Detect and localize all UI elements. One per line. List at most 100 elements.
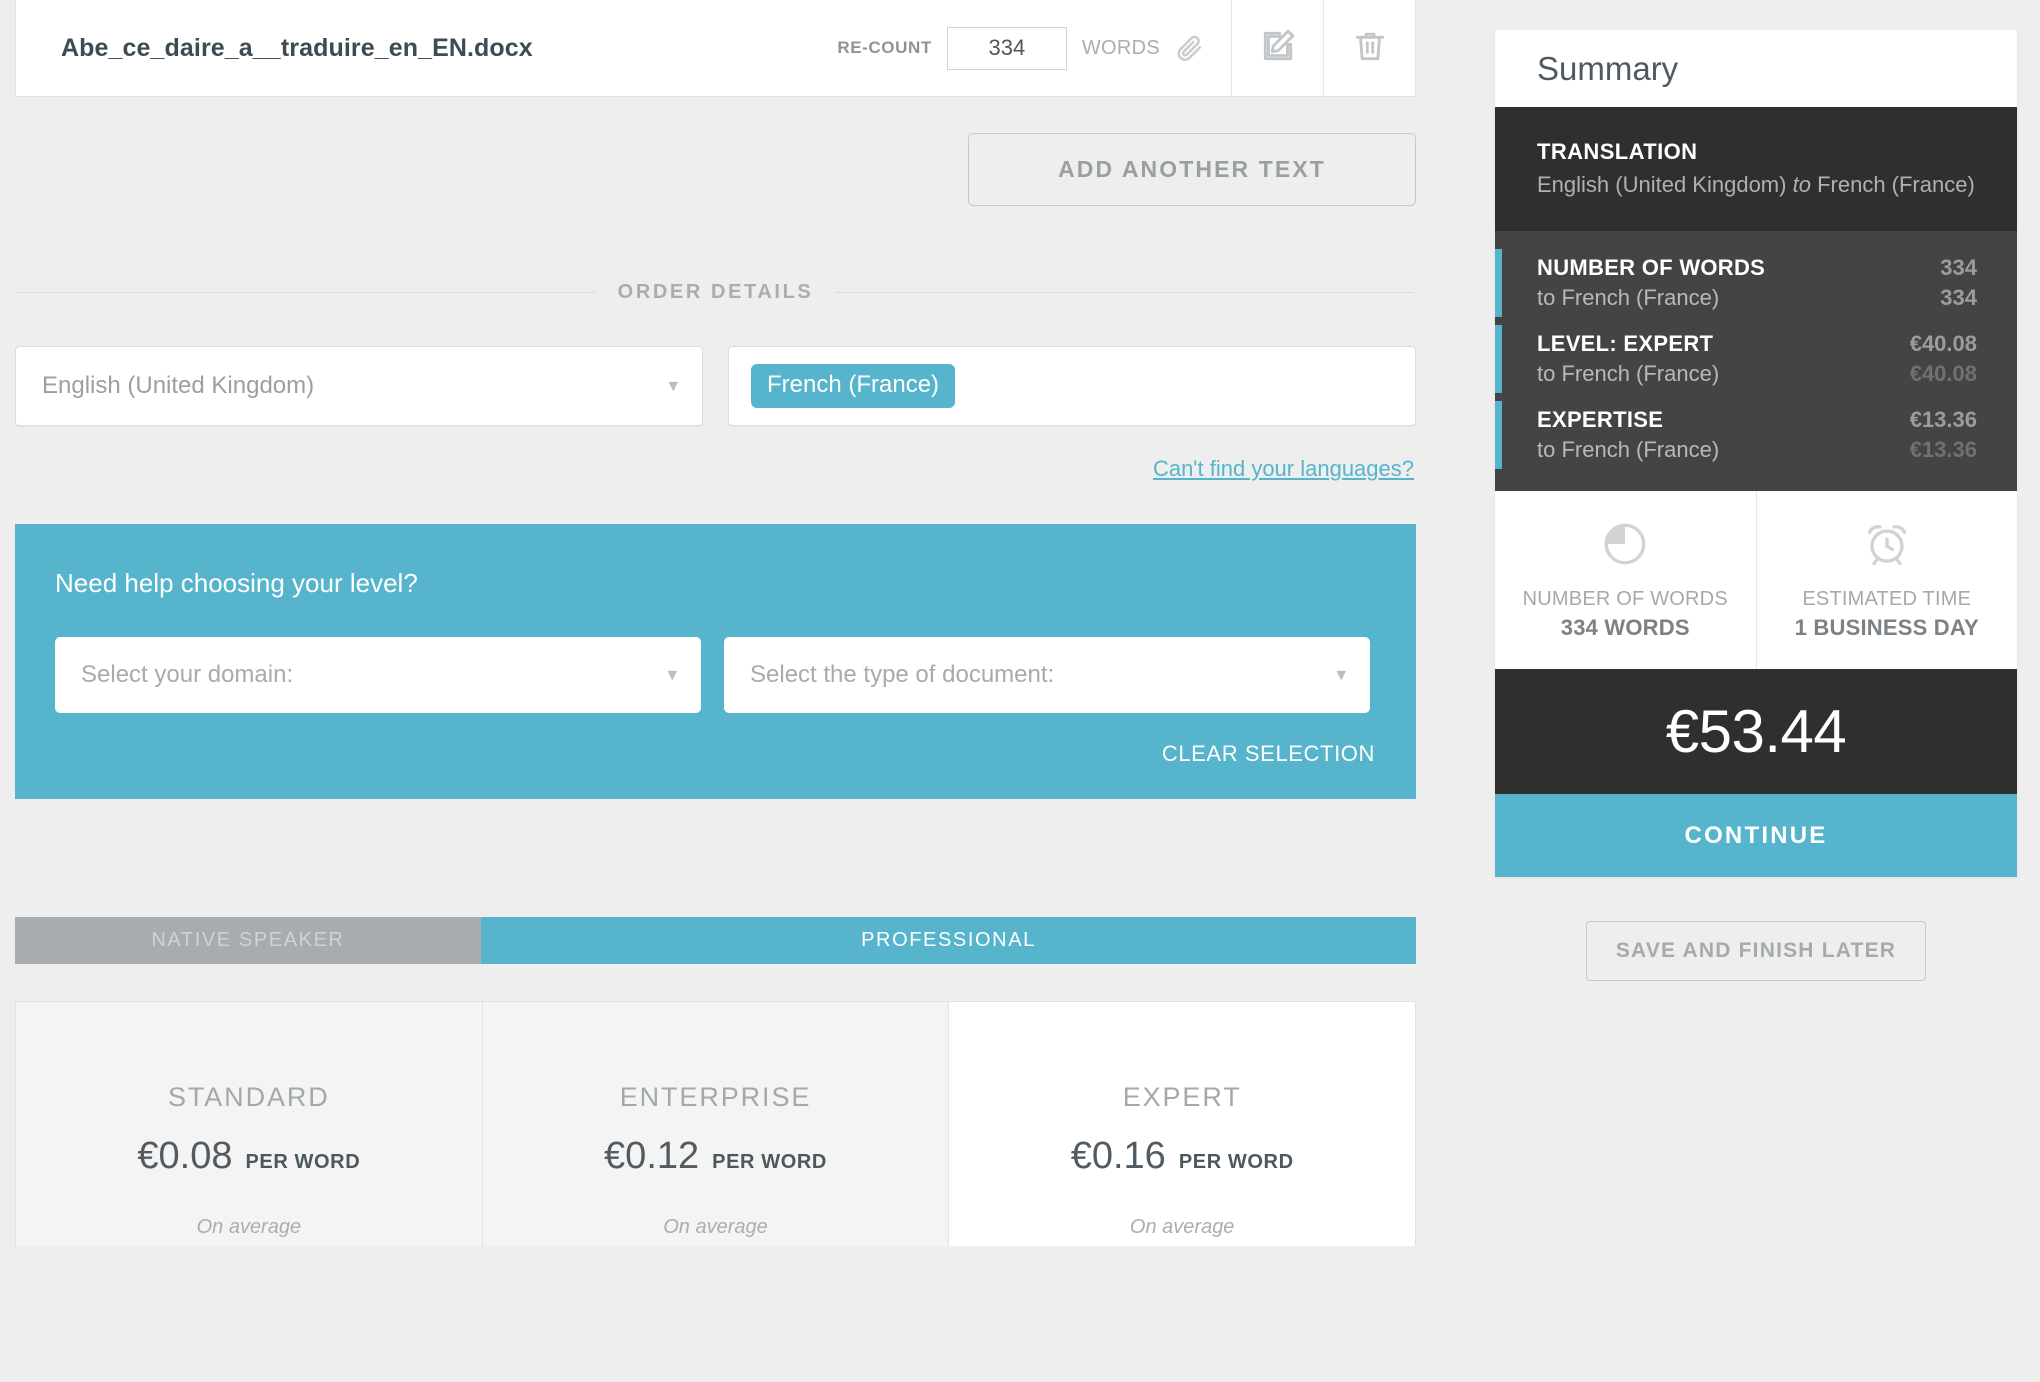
domain-select[interactable]: Select your domain: ▾ <box>55 637 701 713</box>
translation-to: French (France) <box>1817 172 1975 197</box>
pricing-card-enterprise[interactable]: ENTERPRISE €0.12 PER WORD On average <box>483 1002 950 1246</box>
line-sub: to French (France) €13.36 <box>1537 437 1977 463</box>
line-value: 334 <box>1940 255 1977 281</box>
summary-line-item: NUMBER OF WORDS 334 to French (France) 3… <box>1495 245 2017 321</box>
card-note: On average <box>663 1216 768 1239</box>
card-price: €0.08 <box>137 1135 232 1178</box>
continue-button[interactable]: CONTINUE <box>1495 794 2017 877</box>
card-title: ENTERPRISE <box>620 1082 812 1113</box>
target-language-tag[interactable]: French (France) <box>751 364 955 408</box>
edit-icon <box>1259 27 1297 70</box>
line-value: €40.08 <box>1910 331 1977 357</box>
chevron-down-icon: ▾ <box>668 377 678 396</box>
level-toggle: NATIVE SPEAKER PROFESSIONAL <box>15 917 1416 964</box>
save-later-row: SAVE AND FINISH LATER <box>1495 921 2017 981</box>
file-row: Abe_ce_daire_a__traduire_en_EN.docx RE-C… <box>15 0 1416 97</box>
card-price-row: €0.16 PER WORD <box>1071 1135 1294 1178</box>
pricing-cards: STANDARD €0.08 PER WORD On average ENTER… <box>15 1001 1416 1246</box>
line-sub-label: to French (France) <box>1537 437 1719 463</box>
trash-icon <box>1351 27 1389 70</box>
line-label: NUMBER OF WORDS <box>1537 255 1765 281</box>
stat-value: 334 WORDS <box>1561 615 1690 641</box>
summary-lines: NUMBER OF WORDS 334 to French (France) 3… <box>1495 231 2017 491</box>
line-sub-value: €40.08 <box>1910 361 1977 387</box>
clear-selection-row: CLEAR SELECTION <box>55 741 1379 767</box>
pie-chart-icon <box>1600 519 1650 574</box>
card-per-word: PER WORD <box>712 1151 827 1174</box>
paperclip-icon[interactable] <box>1175 33 1205 63</box>
summary-line-item: LEVEL: EXPERT €40.08 to French (France) … <box>1495 321 2017 397</box>
document-type-placeholder: Select the type of document: <box>750 661 1054 689</box>
help-panel-title: Need help choosing your level? <box>55 568 1379 599</box>
line-label: LEVEL: EXPERT <box>1537 331 1713 357</box>
card-note: On average <box>197 1216 302 1239</box>
stat-estimated-time: ESTIMATED TIME 1 BUSINESS DAY <box>1757 491 2018 669</box>
card-title: EXPERT <box>1123 1082 1242 1113</box>
line-main: NUMBER OF WORDS 334 <box>1537 255 1977 281</box>
line-value: €13.36 <box>1910 407 1977 433</box>
delete-text-button[interactable] <box>1323 0 1415 96</box>
target-language-select[interactable]: French (France) <box>728 346 1416 426</box>
line-main: EXPERTISE €13.36 <box>1537 407 1977 433</box>
line-sub-value: 334 <box>1940 285 1977 311</box>
help-panel: Need help choosing your level? Select yo… <box>15 524 1416 799</box>
total-price: €53.44 <box>1666 697 1847 766</box>
stat-label: NUMBER OF WORDS <box>1523 588 1728 611</box>
recount-zone: RE-COUNT WORDS <box>837 0 1231 96</box>
help-selects-row: Select your domain: ▾ Select the type of… <box>55 637 1379 713</box>
line-main: LEVEL: EXPERT €40.08 <box>1537 331 1977 357</box>
chevron-down-icon: ▾ <box>1336 666 1346 685</box>
document-type-select[interactable]: Select the type of document: ▾ <box>724 637 1370 713</box>
stat-value: 1 BUSINESS DAY <box>1795 615 1979 641</box>
add-another-text-row: ADD ANOTHER TEXT <box>15 97 1416 206</box>
card-price-row: €0.08 PER WORD <box>137 1135 360 1178</box>
divider-rule-left <box>17 292 596 293</box>
total-price-block: €53.44 <box>1495 669 2017 794</box>
translation-connector: to <box>1793 172 1811 197</box>
translation-from: English (United Kingdom) <box>1537 172 1786 197</box>
order-details-title: ORDER DETAILS <box>618 281 814 304</box>
translation-label: TRANSLATION <box>1537 139 1977 165</box>
card-title: STANDARD <box>168 1082 330 1113</box>
language-row: English (United Kingdom) ▾ French (Franc… <box>15 346 1416 426</box>
add-another-text-button[interactable]: ADD ANOTHER TEXT <box>968 133 1416 206</box>
card-price-row: €0.12 PER WORD <box>604 1135 827 1178</box>
summary-stats: NUMBER OF WORDS 334 WORDS ESTIMATED TIME… <box>1495 491 2017 669</box>
save-and-finish-later-button[interactable]: SAVE AND FINISH LATER <box>1586 921 1926 981</box>
summary-card: Summary TRANSLATION English (United King… <box>1495 30 2017 877</box>
card-price: €0.12 <box>604 1135 699 1178</box>
card-per-word: PER WORD <box>1179 1151 1294 1174</box>
main-column: Abe_ce_daire_a__traduire_en_EN.docx RE-C… <box>15 0 1416 1382</box>
clear-selection-button[interactable]: CLEAR SELECTION <box>1162 741 1375 767</box>
card-per-word: PER WORD <box>245 1151 360 1174</box>
edit-text-button[interactable] <box>1231 0 1323 96</box>
line-sub-value: €13.36 <box>1910 437 1977 463</box>
line-label: EXPERTISE <box>1537 407 1663 433</box>
recount-label: RE-COUNT <box>837 38 932 58</box>
card-note: On average <box>1130 1216 1235 1239</box>
divider-rule-right <box>835 292 1414 293</box>
chevron-down-icon: ▾ <box>667 666 677 685</box>
source-language-value: English (United Kingdom) <box>42 372 314 400</box>
summary-header: Summary <box>1495 30 2017 107</box>
summary-line-item: EXPERTISE €13.36 to French (France) €13.… <box>1495 397 2017 473</box>
pricing-card-expert[interactable]: EXPERT €0.16 PER WORD On average <box>949 1002 1415 1246</box>
summary-panel: Summary TRANSLATION English (United King… <box>1495 30 2017 981</box>
pricing-card-standard[interactable]: STANDARD €0.08 PER WORD On average <box>16 1002 483 1246</box>
source-language-select[interactable]: English (United Kingdom) ▾ <box>15 346 703 426</box>
order-details-divider: ORDER DETAILS <box>15 281 1416 304</box>
order-page: Abe_ce_daire_a__traduire_en_EN.docx RE-C… <box>0 0 2040 1382</box>
words-label: WORDS <box>1082 37 1160 60</box>
alarm-clock-icon <box>1862 519 1912 574</box>
domain-select-placeholder: Select your domain: <box>81 661 293 689</box>
word-count-input[interactable] <box>947 27 1067 70</box>
toggle-professional[interactable]: PROFESSIONAL <box>481 917 1416 964</box>
line-sub: to French (France) 334 <box>1537 285 1977 311</box>
summary-title: Summary <box>1537 50 1678 88</box>
translation-pair: English (United Kingdom) to French (Fran… <box>1537 171 1977 198</box>
line-sub-label: to French (France) <box>1537 285 1719 311</box>
stat-label: ESTIMATED TIME <box>1802 588 1971 611</box>
toggle-native-speaker[interactable]: NATIVE SPEAKER <box>15 917 481 964</box>
cant-find-languages-link[interactable]: Can't find your languages? <box>1153 456 1414 482</box>
card-price: €0.16 <box>1071 1135 1166 1178</box>
